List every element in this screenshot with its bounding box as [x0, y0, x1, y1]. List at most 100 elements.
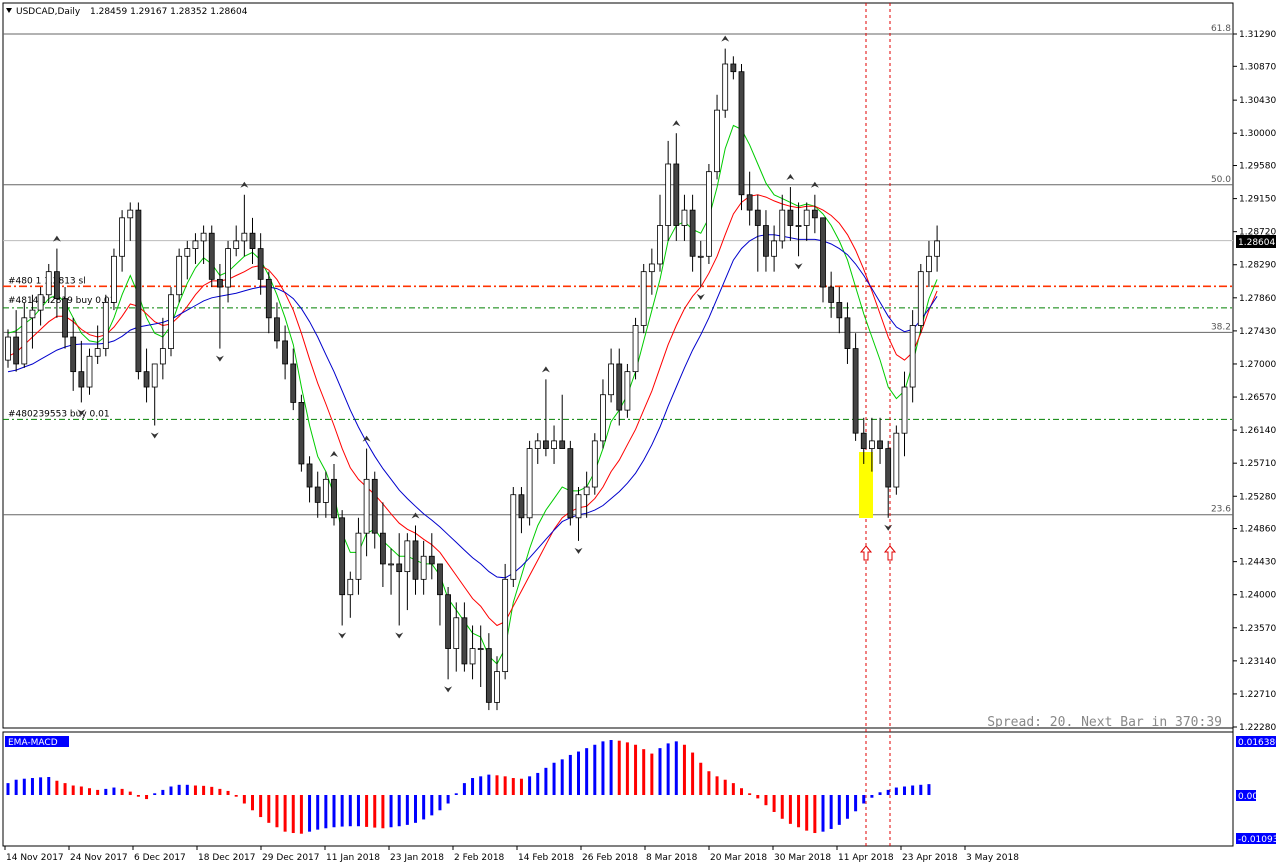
candle-body[interactable]: [901, 386, 908, 434]
candle-body[interactable]: [917, 271, 924, 326]
candle-body[interactable]: [624, 371, 631, 411]
candle-body[interactable]: [86, 355, 93, 388]
candle-body[interactable]: [404, 540, 411, 573]
candle-body[interactable]: [396, 563, 403, 573]
candle-body[interactable]: [779, 209, 786, 242]
candle-body[interactable]: [45, 271, 52, 296]
candle-body[interactable]: [347, 578, 354, 596]
candle-body[interactable]: [893, 432, 900, 488]
candle-body[interactable]: [518, 494, 525, 519]
candle-body[interactable]: [469, 648, 476, 665]
candle-body[interactable]: [437, 563, 443, 596]
candle-body[interactable]: [62, 298, 68, 338]
candle-body[interactable]: [860, 432, 867, 449]
candle-body[interactable]: [877, 440, 883, 449]
candle-body[interactable]: [461, 617, 468, 665]
candle-body[interactable]: [29, 309, 36, 319]
candle-body[interactable]: [828, 286, 835, 303]
candle-body[interactable]: [885, 448, 892, 488]
candle-body[interactable]: [13, 336, 20, 365]
candle-body[interactable]: [159, 348, 166, 365]
trading-chart[interactable]: 61.850.038.223.6 #480 1 1.2813 sl#4814 1…: [0, 0, 1276, 867]
candle-body[interactable]: [869, 440, 875, 449]
candle-body[interactable]: [257, 248, 264, 280]
candle-body[interactable]: [730, 63, 737, 73]
candle-body[interactable]: [192, 240, 199, 249]
candle-body[interactable]: [648, 263, 655, 273]
candle-body[interactable]: [355, 532, 362, 580]
candle-body[interactable]: [681, 209, 688, 226]
candle-body[interactable]: [445, 594, 452, 649]
candle-body[interactable]: [233, 240, 240, 249]
candle-body[interactable]: [746, 194, 753, 211]
candle-body[interactable]: [543, 440, 549, 449]
candle-body[interactable]: [934, 240, 940, 257]
candle-body[interactable]: [208, 232, 215, 280]
candle-body[interactable]: [21, 317, 28, 365]
candle-body[interactable]: [135, 209, 142, 373]
candle-body[interactable]: [763, 225, 769, 257]
candle-body[interactable]: [54, 271, 60, 299]
candle-body[interactable]: [265, 278, 272, 319]
candle-body[interactable]: [706, 171, 712, 257]
candle-body[interactable]: [551, 440, 557, 449]
candle-body[interactable]: [909, 325, 916, 388]
candle-body[interactable]: [526, 448, 533, 519]
candle-body[interactable]: [820, 217, 826, 288]
candle-body[interactable]: [583, 486, 590, 496]
candle-body[interactable]: [412, 540, 419, 580]
candle-body[interactable]: [168, 294, 174, 349]
candle-body[interactable]: [534, 440, 541, 449]
candle-body[interactable]: [331, 478, 337, 519]
candle-body[interactable]: [127, 209, 134, 219]
candle-body[interactable]: [225, 248, 231, 288]
candle-body[interactable]: [811, 209, 818, 219]
candle-body[interactable]: [485, 648, 492, 703]
candle-body[interactable]: [771, 240, 777, 257]
candle-body[interactable]: [608, 363, 614, 396]
candle-body[interactable]: [420, 555, 427, 580]
candle-body[interactable]: [249, 232, 256, 249]
candle-body[interactable]: [184, 248, 191, 257]
candle-body[interactable]: [575, 494, 582, 519]
candle-body[interactable]: [5, 336, 11, 361]
candle-body[interactable]: [143, 371, 150, 388]
candle-body[interactable]: [657, 225, 663, 265]
candle-body[interactable]: [754, 209, 761, 226]
candle-body[interactable]: [241, 232, 248, 242]
candle-body[interactable]: [388, 563, 394, 566]
candle-body[interactable]: [738, 71, 745, 196]
candle-body[interactable]: [689, 209, 696, 257]
candle-body[interactable]: [94, 348, 101, 357]
candle-body[interactable]: [714, 109, 720, 173]
candle-body[interactable]: [102, 302, 109, 349]
candle-body[interactable]: [371, 478, 378, 534]
candle-body[interactable]: [78, 371, 85, 388]
candle-body[interactable]: [70, 336, 77, 373]
candle-body[interactable]: [111, 255, 117, 303]
candle-body[interactable]: [453, 617, 460, 649]
candle-body[interactable]: [600, 394, 606, 442]
candle-body[interactable]: [151, 363, 158, 388]
candle-body[interactable]: [673, 163, 680, 226]
candle-body[interactable]: [37, 294, 44, 311]
candle-body[interactable]: [363, 478, 370, 534]
candle-body[interactable]: [477, 648, 484, 650]
candle-body[interactable]: [567, 448, 574, 519]
candle-body[interactable]: [665, 163, 672, 226]
candle-body[interactable]: [510, 494, 517, 580]
candle-body[interactable]: [298, 402, 305, 465]
candle-body[interactable]: [803, 209, 810, 226]
candle-body[interactable]: [836, 302, 843, 319]
candle-body[interactable]: [591, 440, 598, 488]
candle-body[interactable]: [494, 671, 500, 703]
candle-body[interactable]: [852, 348, 859, 434]
candle-body[interactable]: [216, 278, 223, 288]
candle-body[interactable]: [616, 363, 623, 411]
candle-body[interactable]: [176, 255, 183, 296]
candle-body[interactable]: [314, 486, 321, 503]
candle-body[interactable]: [200, 232, 207, 242]
candle-body[interactable]: [640, 271, 647, 326]
candle-body[interactable]: [290, 363, 297, 403]
candle-body[interactable]: [722, 63, 729, 111]
